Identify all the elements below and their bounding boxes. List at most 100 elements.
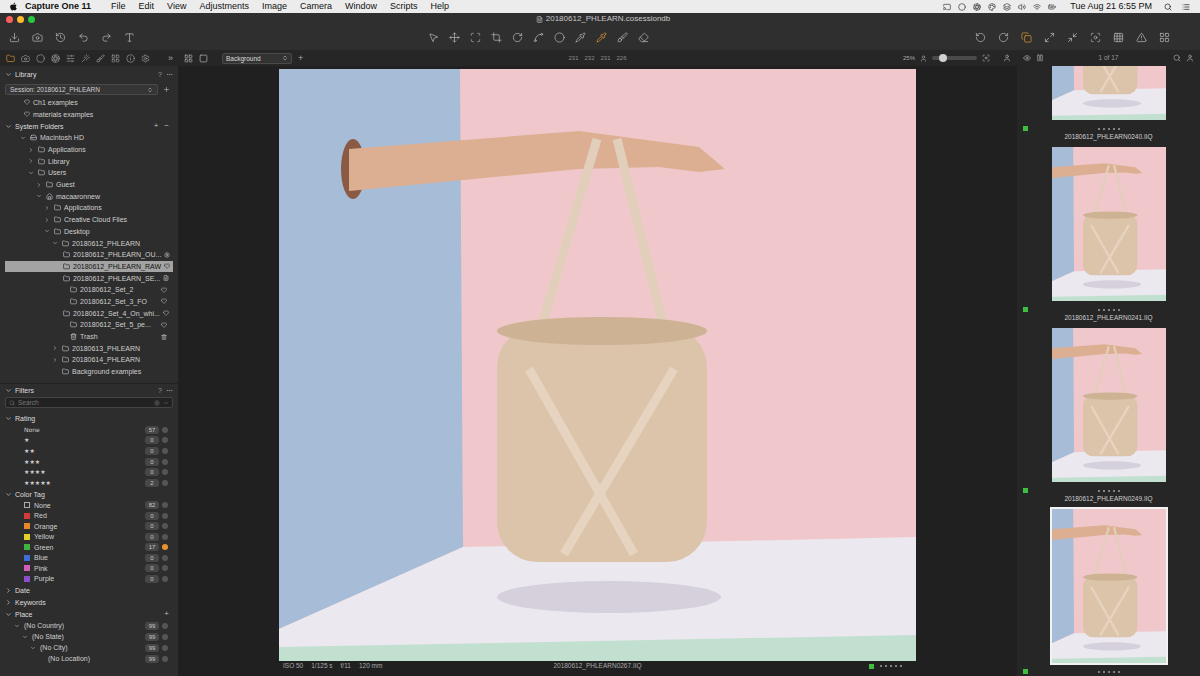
- chevron-down-icon[interactable]: [5, 71, 12, 78]
- toolbar-icon[interactable]: [998, 32, 1009, 43]
- search-icon[interactable]: [1173, 54, 1181, 62]
- chevron-down-icon[interactable]: [44, 228, 50, 234]
- heart-icon[interactable]: [161, 287, 167, 293]
- filter-search[interactable]: Search: [5, 397, 173, 408]
- date-header[interactable]: Date: [0, 584, 178, 596]
- disclosure[interactable]: [44, 228, 51, 234]
- more-icon[interactable]: [166, 71, 173, 78]
- menu-item[interactable]: Adjustments: [199, 2, 249, 11]
- disclosure[interactable]: [44, 217, 51, 223]
- filter-toggle[interactable]: [162, 459, 168, 465]
- gear-icon[interactable]: [164, 252, 170, 258]
- folder-row[interactable]: 20180612_Set_2: [5, 284, 173, 296]
- disclosure[interactable]: [30, 645, 37, 651]
- tool-tab-icon[interactable]: [81, 54, 90, 63]
- color-tag-row[interactable]: None82: [0, 500, 178, 511]
- rating-dot[interactable]: [1113, 671, 1115, 673]
- add-folder[interactable]: +: [154, 122, 159, 130]
- disclosure[interactable]: [28, 147, 35, 153]
- rating-dots[interactable]: [1098, 671, 1120, 673]
- tool-tab-icon[interactable]: [51, 54, 60, 63]
- chevron-right-icon[interactable]: [52, 357, 58, 363]
- filter-toggle[interactable]: [162, 469, 168, 475]
- keywords-header[interactable]: Keywords: [0, 596, 178, 608]
- tool-tab-icon[interactable]: [6, 54, 15, 63]
- toolbar-icon[interactable]: [975, 32, 986, 43]
- disclosure[interactable]: [44, 205, 51, 211]
- zoom-knob[interactable]: [939, 54, 947, 62]
- heart-icon[interactable]: [163, 310, 169, 316]
- disclosure[interactable]: [22, 634, 29, 640]
- rating-dot[interactable]: [1118, 671, 1120, 673]
- place-row[interactable]: (No Location)99: [0, 653, 178, 664]
- status-icon[interactable]: [958, 3, 966, 11]
- zoom-button[interactable]: [28, 16, 35, 23]
- folder-row[interactable]: 20180612_Set_3_FO: [5, 296, 173, 308]
- color-tag-row[interactable]: Orange0: [0, 521, 178, 532]
- rating-dot[interactable]: [1098, 671, 1100, 673]
- status-icon[interactable]: [1018, 3, 1026, 11]
- folder-row[interactable]: 20180612_Set_4_On_whi...: [5, 307, 173, 319]
- rating-dot[interactable]: [1098, 309, 1100, 311]
- chevron-down-icon[interactable]: [5, 611, 12, 618]
- rating-dot[interactable]: [1113, 128, 1115, 130]
- rating-dots[interactable]: [1098, 128, 1120, 130]
- folder-row[interactable]: 20180614_PHLEARN: [5, 354, 173, 366]
- chevron-down-icon[interactable]: [5, 123, 12, 130]
- rating-dots[interactable]: [880, 665, 902, 667]
- folder-row[interactable]: 20180612_PHLEARN_OU...: [5, 249, 173, 261]
- status-icon[interactable]: [1048, 3, 1056, 11]
- folder-row[interactable]: Creative Cloud Files: [5, 214, 173, 226]
- close-button[interactable]: [6, 16, 13, 23]
- disclosure[interactable]: [52, 240, 59, 246]
- rating-dot[interactable]: [900, 665, 902, 667]
- cursor-tool-icon[interactable]: [470, 32, 481, 43]
- tool-icon[interactable]: [124, 32, 135, 43]
- rating-row[interactable]: ★★★★★2: [0, 477, 178, 488]
- folder-row[interactable]: Background examples: [5, 366, 173, 378]
- apple-icon[interactable]: [9, 2, 18, 11]
- clock[interactable]: Tue Aug 21 6:55 PM: [1070, 2, 1152, 11]
- favorite-item[interactable]: Ch1 examples: [0, 96, 178, 108]
- filter-toggle[interactable]: [162, 544, 168, 550]
- folder-row[interactable]: Library: [5, 155, 173, 167]
- filter-toggle[interactable]: [162, 534, 168, 540]
- disclosure[interactable]: [28, 170, 35, 176]
- fit-icon[interactable]: [982, 54, 990, 62]
- rating-header[interactable]: Rating: [0, 412, 178, 424]
- toolbar-icon[interactable]: [1113, 32, 1124, 43]
- help-button[interactable]: ?: [158, 71, 162, 78]
- more-tabs[interactable]: »: [168, 54, 173, 63]
- cursor-tool-icon[interactable]: [554, 32, 565, 43]
- place-row[interactable]: (No City)99: [0, 642, 178, 653]
- user-icon[interactable]: [1003, 54, 1011, 62]
- rating-dot[interactable]: [1103, 671, 1105, 673]
- single-view-icon[interactable]: [199, 54, 208, 63]
- color-tag-row[interactable]: Blue0: [0, 553, 178, 564]
- minus-icon[interactable]: [163, 400, 169, 406]
- cursor-tool-icon[interactable]: [617, 32, 628, 43]
- folder-row[interactable]: 20180613_PHLEARN: [5, 342, 173, 354]
- thumbnail[interactable]: 20180612_PHLEARN0241.IIQ: [1017, 145, 1200, 326]
- menu-item[interactable]: Help: [431, 2, 450, 11]
- filter-toggle[interactable]: [162, 523, 168, 529]
- toolbar-icon[interactable]: [1136, 32, 1147, 43]
- cursor-tool-icon[interactable]: [491, 32, 502, 43]
- disclosure[interactable]: [36, 182, 43, 188]
- help-button[interactable]: ?: [158, 387, 162, 394]
- filter-toggle[interactable]: [162, 513, 168, 519]
- chevron-down-icon[interactable]: [36, 193, 42, 199]
- tool-tab-icon[interactable]: [21, 54, 30, 63]
- color-tag-row[interactable]: Green17: [0, 542, 178, 553]
- heart-icon[interactable]: [161, 298, 167, 304]
- folder-row[interactable]: Trash: [5, 331, 173, 343]
- tool-tab-icon[interactable]: [66, 54, 75, 63]
- gear-icon[interactable]: [154, 400, 160, 406]
- folder-row[interactable]: 20180612_PHLEARN_RAW: [5, 261, 173, 273]
- tool-icon[interactable]: [78, 32, 89, 43]
- color-tag-row[interactable]: Red0: [0, 511, 178, 522]
- cursor-tool-icon[interactable]: [575, 32, 586, 43]
- chevron-down-icon[interactable]: [52, 240, 58, 246]
- color-tag-row[interactable]: Pink0: [0, 563, 178, 574]
- minimize-button[interactable]: [17, 16, 24, 23]
